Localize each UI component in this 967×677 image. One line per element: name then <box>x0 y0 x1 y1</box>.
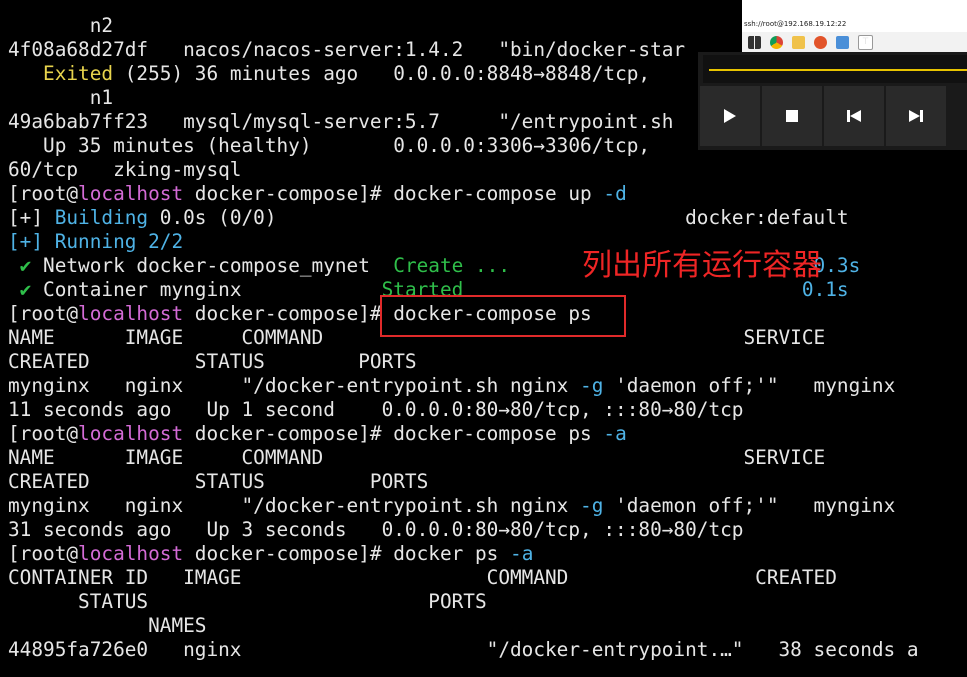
terminal-line: n2 <box>8 14 113 38</box>
terminal-line: Exited (255) 36 minutes ago 0.0.0.0:8848… <box>8 62 662 86</box>
terminal-text: docker-compose]# docker-compose up <box>183 182 604 205</box>
stop-button[interactable] <box>762 86 822 146</box>
terminal-text: 4f08a68d27df nacos/nacos-server:1.4.2 "b… <box>8 38 686 61</box>
terminal-text: ✔ <box>8 254 44 277</box>
terminal-text: [root@ <box>8 182 79 205</box>
media-control-window[interactable]: ssh://root@192.168.19.12:22 T <box>698 0 967 150</box>
terminal-text: [root@ <box>8 422 79 445</box>
terminal-text: 'daemon off;'" mynginx <box>603 494 896 517</box>
previous-button[interactable] <box>824 86 884 146</box>
terminal-text: 44895fa726e0 nginx "/docker-entrypoint.…… <box>8 638 919 661</box>
window-edge <box>698 0 742 52</box>
annotation-label: 列出所有运行容器 <box>582 248 822 283</box>
terminal-text: CREATED STATUS PORTS <box>8 350 417 373</box>
terminal-text: 'daemon off;'" mynginx <box>603 374 896 397</box>
windows-icon[interactable] <box>748 35 761 49</box>
terminal-text: [root@ <box>8 542 79 565</box>
terminal-text: localhost <box>78 422 184 445</box>
terminal-line: CREATED STATUS PORTS <box>8 350 417 374</box>
stop-icon <box>786 110 798 122</box>
terminal-text: [+] Running 2/2 <box>8 230 184 253</box>
terminal-line: 44895fa726e0 nginx "/docker-entrypoint.…… <box>8 638 919 662</box>
terminal-text: Container mynginx <box>43 278 382 301</box>
terminal-text: Exited <box>43 62 114 85</box>
next-icon <box>909 110 923 122</box>
terminal-text: -a <box>510 542 534 565</box>
terminal-text: ✔ <box>8 278 44 301</box>
terminal-text: 60/tcp zking-mysql <box>8 158 242 181</box>
terminal-line: [root@localhost docker-compose]# docker-… <box>8 182 627 206</box>
terminal-text: localhost <box>78 182 184 205</box>
terminal-line: 31 seconds ago Up 3 seconds 0.0.0.0:80→8… <box>8 518 743 542</box>
taskbar: T <box>742 32 967 52</box>
terminal-line: mynginx nginx "/docker-entrypoint.sh ngi… <box>8 494 895 518</box>
next-button[interactable] <box>886 86 946 146</box>
play-button[interactable] <box>700 86 760 146</box>
terminal-text: NAME IMAGE COMMAND SERVICE <box>8 446 826 469</box>
terminal-text: 11 seconds ago Up 1 second 0.0.0.0:80→80… <box>8 398 744 421</box>
terminal-line: n1 <box>8 86 113 110</box>
terminal-text: docker-compose]# docker ps <box>183 542 511 565</box>
terminal-line: CONTAINER ID IMAGE COMMAND CREATED <box>8 566 837 590</box>
playback-controls <box>700 86 967 148</box>
terminal-text: Up 35 minutes (healthy) 0.0.0.0:3306→330… <box>8 134 662 157</box>
terminal-text: localhost <box>78 302 184 325</box>
play-icon <box>724 109 736 123</box>
terminal-line: 11 seconds ago Up 1 second 0.0.0.0:80→80… <box>8 398 743 422</box>
terminal-text: 31 seconds ago Up 3 seconds 0.0.0.0:80→8… <box>8 518 744 541</box>
terminal-text: NAMES <box>8 614 207 637</box>
terminal-text: mynginx nginx "/docker-entrypoint.sh ngi… <box>8 374 581 397</box>
terminal-text: [root@ <box>8 302 79 325</box>
terminal-text: STATUS PORTS <box>8 590 487 613</box>
terminal-line: Up 35 minutes (healthy) 0.0.0.0:3306→330… <box>8 134 662 158</box>
terminal-text: 49a6bab7ff23 mysql/mysql-server:5.7 "/en… <box>8 110 674 133</box>
terminal-line: STATUS PORTS <box>8 590 487 614</box>
progress-track[interactable] <box>703 55 967 83</box>
terminal-line: 60/tcp zking-mysql <box>8 158 241 182</box>
terminal-line: [root@localhost docker-compose]# docker-… <box>8 422 627 446</box>
terminal-text: Building <box>54 206 149 229</box>
terminal-line: CREATED STATUS PORTS <box>8 470 428 494</box>
terminal-text: docker-compose]# docker-compose ps <box>183 422 604 445</box>
terminal-text: -g <box>580 494 604 517</box>
highlight-box <box>380 295 626 337</box>
app-icon[interactable] <box>814 35 827 49</box>
terminal-line: [root@localhost docker-compose]# docker … <box>8 542 533 566</box>
terminal-line: NAME IMAGE COMMAND SERVICE <box>8 446 825 470</box>
previous-icon <box>847 110 861 122</box>
terminal-text: CREATED STATUS PORTS <box>8 470 429 493</box>
terminal-line: mynginx nginx "/docker-entrypoint.sh ngi… <box>8 374 895 398</box>
explorer-icon[interactable] <box>792 35 805 49</box>
chrome-icon[interactable] <box>770 35 783 49</box>
terminal-text: [+] <box>8 206 55 229</box>
terminal-text: -d <box>603 182 627 205</box>
terminal-text: Create ... <box>393 254 511 277</box>
terminal-text: -g <box>580 374 604 397</box>
terminal-line: 49a6bab7ff23 mysql/mysql-server:5.7 "/en… <box>8 110 673 134</box>
terminal-line: NAMES <box>8 614 206 638</box>
window-title: ssh://root@192.168.19.12:22 <box>742 0 967 32</box>
terminal-text: n1 <box>8 86 114 109</box>
terminal-text: CONTAINER ID IMAGE COMMAND CREATED <box>8 566 837 589</box>
terminal-text: n2 <box>8 14 114 37</box>
text-icon[interactable]: T <box>858 34 873 50</box>
terminal-text: mynginx nginx "/docker-entrypoint.sh ngi… <box>8 494 581 517</box>
terminal-line: 4f08a68d27df nacos/nacos-server:1.4.2 "b… <box>8 38 685 62</box>
terminal-text: 0.0s (0/0) docker:default <box>148 206 849 229</box>
terminal-text: Network docker-compose_mynet <box>43 254 394 277</box>
terminal-text: (255) 36 minutes ago 0.0.0.0:8848→8848/t… <box>113 62 662 85</box>
terminal-line: [+] Running 2/2 <box>8 230 183 254</box>
terminal-icon[interactable] <box>836 35 849 49</box>
terminal-text: -a <box>603 422 627 445</box>
progress-bar <box>709 69 967 71</box>
terminal-text: localhost <box>78 542 184 565</box>
terminal-line: [+] Building 0.0s (0/0) docker:default <box>8 206 849 230</box>
